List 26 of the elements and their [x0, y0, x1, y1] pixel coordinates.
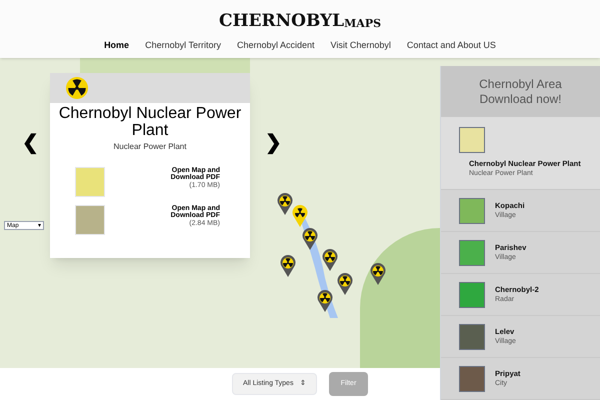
map-marker-icon[interactable]: [317, 290, 333, 312]
site-logo[interactable]: CHERNOBYLMAPS: [218, 13, 382, 30]
nav-link[interactable]: Chernobyl Territory: [145, 39, 221, 52]
map-thumbnail[interactable]: [75, 167, 105, 197]
map-marker-icon[interactable]: [337, 273, 353, 295]
nav-link[interactable]: Chernobyl Accident: [236, 39, 314, 52]
map-marker-icon[interactable]: [277, 193, 293, 215]
nav-link[interactable]: Visit Chernobyl: [330, 39, 391, 52]
map-thumbnail: [459, 198, 485, 224]
map-thumbnail: [459, 282, 485, 308]
map-thumbnail: [459, 127, 485, 153]
map-marker-icon[interactable]: [322, 249, 338, 271]
map-marker-icon[interactable]: [280, 255, 296, 277]
nav-link[interactable]: Contact and About US: [406, 39, 496, 52]
sidebar-heading: Download now!: [479, 92, 562, 106]
map-marker-icon[interactable]: [302, 228, 318, 250]
nav-link[interactable]: Home: [104, 39, 130, 52]
map-marker-icon[interactable]: [370, 263, 386, 285]
popup-subtitle: Nuclear Power Plant: [112, 141, 188, 153]
popup-title: Chernobyl Nuclear Power Plant: [58, 105, 242, 139]
map-marker-icon[interactable]: [292, 205, 308, 227]
sidebar-heading: Chernobyl Area: [479, 76, 562, 92]
map-thumbnail: [459, 324, 485, 350]
map-thumbnail: [459, 366, 485, 392]
map-thumbnail[interactable]: [75, 205, 105, 235]
map-thumbnail: [459, 240, 485, 266]
